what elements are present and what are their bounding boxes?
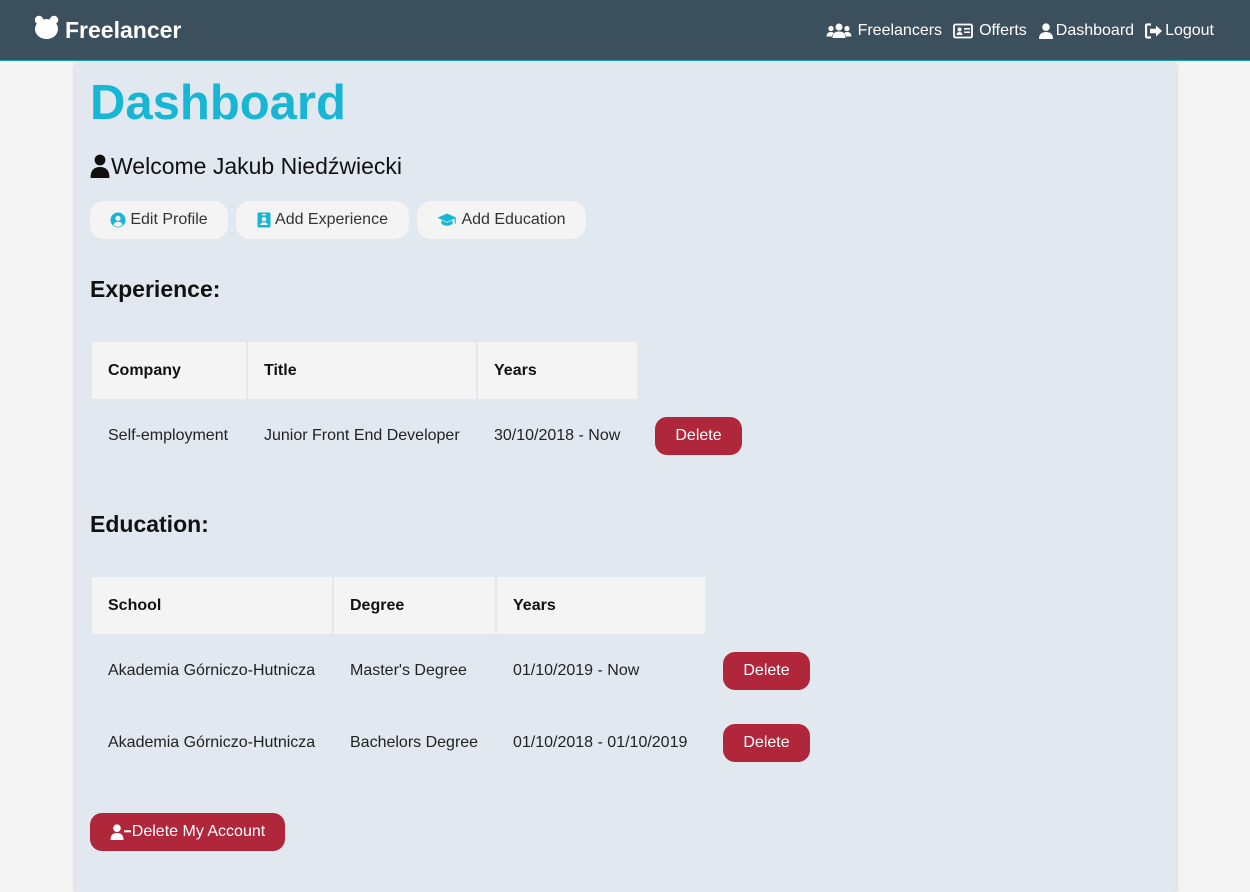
user-minus-icon xyxy=(110,824,131,840)
welcome-text: Welcome Jakub Niedźwiecki xyxy=(111,152,403,179)
id-badge-icon xyxy=(257,212,271,228)
nav-link-freelancers[interactable]: Freelancers xyxy=(826,19,942,43)
profile-actions: Edit Profile Add Experience Add Educatio… xyxy=(90,201,594,239)
user-icon xyxy=(90,154,110,178)
user-icon xyxy=(1038,23,1054,39)
nav-link-offerts[interactable]: Offerts xyxy=(953,19,1027,43)
delete-account-label: Delete My Account xyxy=(131,823,266,840)
nav-link-logout[interactable]: Logout xyxy=(1145,19,1214,43)
column-header: School xyxy=(92,577,332,634)
column-header: Title xyxy=(248,342,476,399)
experience-title: Junior Front End Developer xyxy=(264,427,460,444)
table-row: Akademia Górniczo-Hutnicza Bachelors Deg… xyxy=(92,708,817,778)
users-icon xyxy=(826,23,852,39)
brand-name: Freelancer xyxy=(65,16,182,43)
education-table: School Degree Years Akademia Górniczo-Hu… xyxy=(90,575,819,780)
add-experience-label: Add Experience xyxy=(275,211,388,228)
nav-link-label: Freelancers xyxy=(857,22,943,39)
experience-table: Company Title Years Self-employment Juni… xyxy=(90,340,751,473)
bear-logo-icon xyxy=(34,15,65,45)
dashboard-panel: Dashboard Welcome Jakub Niedźwiecki Edit… xyxy=(75,62,1176,892)
nav-links: Freelancers Offerts Dashboard Logout xyxy=(815,19,1214,43)
education-school: Akademia Górniczo-Hutnicza xyxy=(108,662,316,679)
education-degree: Master's Degree xyxy=(350,662,467,679)
education-heading: Education: xyxy=(90,511,209,537)
experience-years: 30/10/2018 - Now xyxy=(494,427,621,444)
column-header-empty xyxy=(639,342,749,399)
table-header-row: Company Title Years xyxy=(92,342,749,399)
table-row: Akademia Górniczo-Hutnicza Master's Degr… xyxy=(92,636,817,706)
nav-link-label: Dashboard xyxy=(1055,22,1135,39)
row-actions: Delete xyxy=(707,708,817,778)
page-title: Dashboard xyxy=(90,76,346,130)
add-education-button[interactable]: Add Education xyxy=(417,201,586,239)
row-actions: Delete xyxy=(707,636,817,706)
delete-education-button[interactable]: Delete xyxy=(723,652,810,690)
column-header: Years xyxy=(478,342,637,399)
delete-education-button[interactable]: Delete xyxy=(723,724,810,762)
experience-company: Self-employment xyxy=(108,427,229,444)
add-education-label: Add Education xyxy=(461,211,566,228)
user-circle-icon xyxy=(110,212,126,228)
edit-profile-button[interactable]: Edit Profile xyxy=(90,201,228,239)
column-header: Company xyxy=(92,342,246,399)
sign-out-icon xyxy=(1145,23,1163,39)
row-actions: Delete xyxy=(639,401,749,471)
experience-heading: Experience: xyxy=(90,276,221,302)
column-header: Degree xyxy=(334,577,495,634)
education-years: 01/10/2018 - 01/10/2019 xyxy=(513,734,688,751)
edit-profile-label: Edit Profile xyxy=(130,211,208,228)
education-school: Akademia Górniczo-Hutnicza xyxy=(108,734,316,751)
nav-link-label: Logout xyxy=(1165,22,1214,39)
column-header: Years xyxy=(497,577,705,634)
graduation-cap-icon xyxy=(437,213,457,227)
education-degree: Bachelors Degree xyxy=(350,734,479,751)
add-experience-button[interactable]: Add Experience xyxy=(236,201,409,239)
table-header-row: School Degree Years xyxy=(92,577,817,634)
navbar: Freelancer Freelancers Offerts Dashboard… xyxy=(0,0,1250,61)
id-card-icon xyxy=(953,23,973,39)
delete-account-button[interactable]: Delete My Account xyxy=(90,813,285,851)
nav-link-dashboard[interactable]: Dashboard xyxy=(1038,19,1134,43)
welcome-message: Welcome Jakub Niedźwiecki xyxy=(90,151,402,181)
brand-link[interactable]: Freelancer xyxy=(34,15,181,45)
column-header-empty xyxy=(707,577,817,634)
table-row: Self-employment Junior Front End Develop… xyxy=(92,401,749,471)
nav-link-label: Offerts xyxy=(979,22,1027,39)
delete-experience-button[interactable]: Delete xyxy=(655,417,742,455)
education-years: 01/10/2019 - Now xyxy=(513,662,640,679)
